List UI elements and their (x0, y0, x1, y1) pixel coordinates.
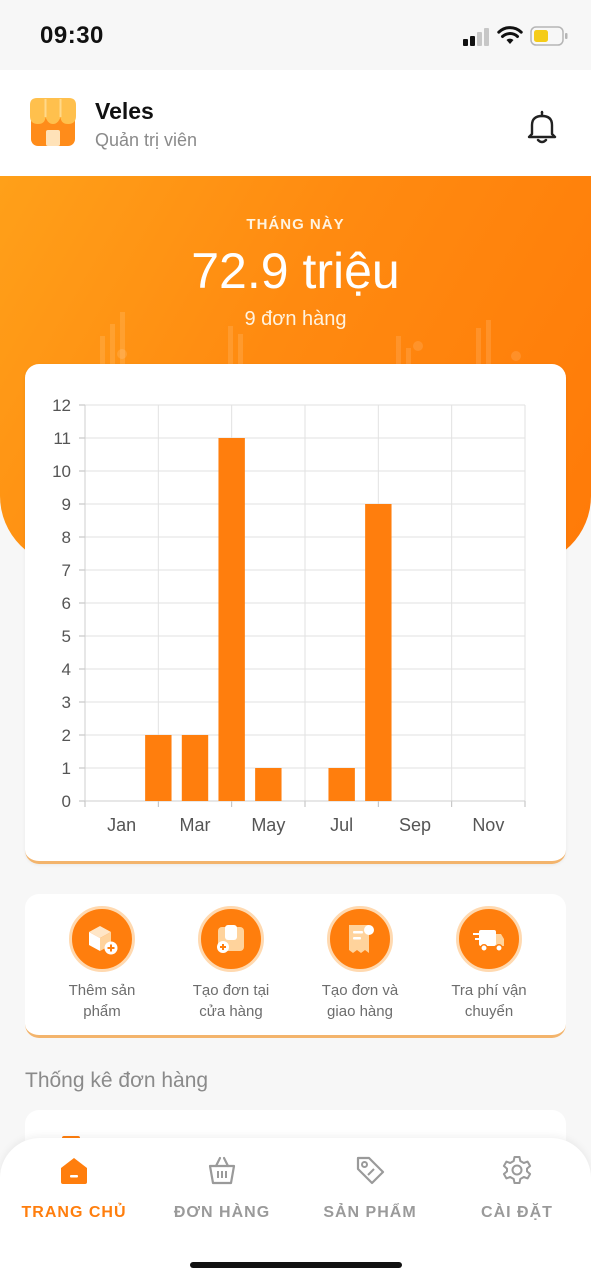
delivery-order-icon (349, 925, 374, 953)
add-product-icon (89, 926, 118, 955)
x-tick-label: Nov (472, 815, 504, 835)
x-tick-label: Sep (399, 815, 431, 835)
nav-item-products[interactable]: SẢN PHẨM (296, 1152, 444, 1232)
shipping-fee-icon (473, 930, 504, 952)
wifi-icon (497, 26, 523, 44)
action-circle (327, 906, 393, 972)
nav-item-orders[interactable]: ĐƠN HÀNG (148, 1152, 296, 1232)
store-role: Quản trị viên (95, 130, 198, 150)
y-tick-label: 11 (53, 429, 71, 448)
y-tick-label: 12 (52, 396, 71, 415)
store-name: Veles (95, 98, 154, 124)
tag-icon (356, 1156, 385, 1185)
nav-label: SẢN PHẨM (323, 1204, 417, 1221)
action-circle (69, 906, 135, 972)
store-logo-icon (30, 98, 76, 146)
y-tick-label: 4 (62, 660, 71, 679)
nav-label: TRANG CHỦ (21, 1204, 127, 1221)
revenue-value: 72.9 triệu (191, 243, 400, 299)
revenue-chart-card: 0 1 2 3 4 5 6 7 8 9 10 11 12 Jan Mar May Jul Sep Nov (25, 364, 566, 864)
status-bar: 09:30 (0, 0, 591, 70)
basket-icon (208, 1156, 236, 1185)
status-time: 09:30 (40, 22, 104, 49)
y-tick-label: 5 (62, 627, 71, 646)
order-stats-title: Thống kê đơn hàng (25, 1069, 209, 1092)
x-tick-label: Mar (180, 815, 211, 835)
app-screen: 09:30 Veles Quản trị viên THÁNG NÀY 72.9… (0, 0, 591, 1280)
action-delivery-order[interactable]: Tạo đơn và giao hàng (296, 906, 424, 1034)
action-circle (456, 906, 522, 972)
x-tick-label: May (251, 815, 285, 835)
bar-feb (145, 735, 172, 801)
action-add-product[interactable]: Thêm sản phẩm (38, 906, 166, 1034)
nav-label: CÀI ĐẶT (481, 1204, 553, 1221)
bar-mar (181, 735, 209, 801)
gear-icon (502, 1156, 532, 1184)
x-tick-label: Jan (107, 815, 136, 835)
y-tick-label: 0 (62, 792, 71, 811)
x-tick-label: Jul (330, 815, 353, 835)
y-tick-label: 8 (62, 528, 71, 547)
y-tick-label: 2 (62, 726, 71, 745)
quick-actions-card: Thêm sản phẩm Tạo đơn tại cửa hàng Tạo đ… (25, 894, 566, 1038)
period-label: THÁNG NÀY (246, 216, 345, 233)
y-tick-label: 3 (62, 693, 71, 712)
nav-label: ĐƠN HÀNG (173, 1204, 271, 1221)
action-circle (198, 906, 264, 972)
y-tick-label: 9 (62, 495, 71, 514)
nav-item-home[interactable]: TRANG CHỦ (0, 1152, 148, 1232)
y-tick-label: 10 (52, 462, 71, 481)
y-tick-label: 7 (62, 561, 71, 580)
bottom-nav: TRANG CHỦ ĐƠN HÀNG SẢN PHẨM CÀI ĐẶT (0, 1138, 591, 1280)
app-header: Veles Quản trị viên (0, 70, 591, 176)
cellular-signal-icon (463, 28, 491, 46)
home-icon (61, 1158, 87, 1184)
action-shipping-fee[interactable]: Tra phí vận chuyển (425, 906, 553, 1034)
action-store-order[interactable]: Tạo đơn tại cửa hàng (167, 906, 295, 1034)
bar-may (255, 768, 282, 801)
action-label: Tạo đơn và giao hàng (321, 982, 399, 1020)
orders-bar-chart: 0123456789101112Jan Mar May Jul Sep Nov (52, 396, 526, 835)
y-tick-label: 6 (62, 594, 71, 613)
home-indicator (190, 1262, 402, 1268)
bell-icon[interactable] (526, 110, 558, 144)
bar-aug (365, 504, 392, 801)
battery-icon (530, 26, 568, 46)
bar-jul (328, 768, 355, 801)
orders-count: 9 đơn hàng (244, 308, 347, 330)
bar-apr (218, 438, 245, 801)
action-label: Tra phí vận chuyển (451, 982, 527, 1020)
y-tick-label: 1 (62, 759, 71, 778)
action-label: Tạo đơn tại cửa hàng (192, 982, 270, 1020)
action-label: Thêm sản phẩm (68, 982, 136, 1020)
nav-item-settings[interactable]: CÀI ĐẶT (443, 1152, 591, 1232)
store-order-icon (217, 925, 244, 953)
